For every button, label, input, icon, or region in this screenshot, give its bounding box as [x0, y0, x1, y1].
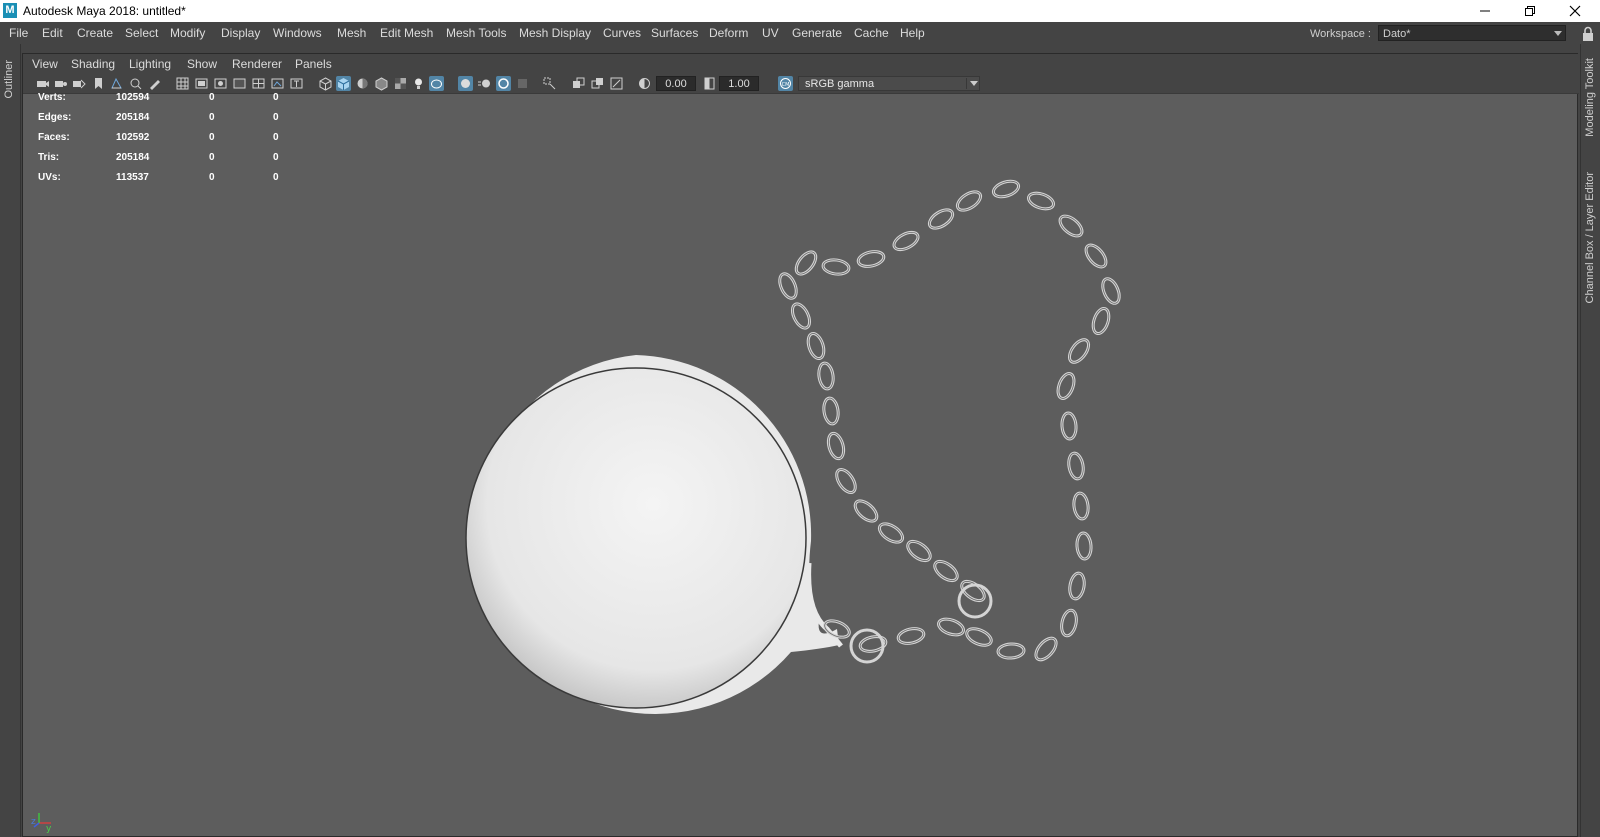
- chain-link: [1060, 608, 1078, 638]
- workspace-select[interactable]: Dato*: [1378, 25, 1566, 41]
- chain-link: [817, 361, 835, 391]
- lock-icon[interactable]: [1581, 26, 1595, 42]
- chain-link: [853, 499, 879, 523]
- menu-curves[interactable]: Curves: [603, 26, 641, 40]
- chain-link: [1101, 277, 1121, 305]
- menu-create[interactable]: Create: [77, 26, 113, 40]
- workspace-label: Workspace :: [1310, 28, 1371, 40]
- menu-display[interactable]: Display: [221, 26, 260, 40]
- chain-link: [1067, 451, 1085, 481]
- chain-link: [821, 258, 851, 276]
- chain-link: [1067, 338, 1091, 364]
- menu-uv[interactable]: UV: [762, 26, 779, 40]
- outliner-strip: Outliner: [0, 44, 21, 837]
- chevron-down-icon: [1554, 31, 1562, 36]
- maximize-icon[interactable]: [1507, 0, 1553, 22]
- modeling-toolkit-tab[interactable]: Modeling Toolkit: [1584, 58, 1596, 137]
- right-panel-strip: Modeling Toolkit Channel Box / Layer Edi…: [1580, 44, 1600, 837]
- chain-link: [933, 559, 959, 583]
- chain-link: [1034, 636, 1058, 662]
- chain-object[interactable]: [776, 178, 1122, 664]
- menu-windows[interactable]: Windows: [273, 26, 322, 40]
- chain-link: [1068, 571, 1086, 601]
- menu-file[interactable]: File: [9, 26, 28, 40]
- chain-link: [906, 539, 932, 563]
- menu-select[interactable]: Select: [125, 26, 158, 40]
- axis-y-label: y: [46, 824, 52, 834]
- main-menu-bar: File Edit Create Select Modify Display W…: [0, 22, 1600, 44]
- menu-edit[interactable]: Edit: [42, 26, 63, 40]
- chain-link: [1084, 243, 1108, 269]
- chain-link: [1056, 372, 1076, 400]
- workspace-value: Dato*: [1383, 28, 1411, 40]
- minimize-icon[interactable]: [1462, 0, 1508, 22]
- axis-indicator: z y: [31, 813, 52, 834]
- axis-z-label: z: [31, 817, 36, 827]
- ball-object[interactable]: [465, 355, 843, 714]
- chain-start-ring: [849, 628, 885, 664]
- menu-help[interactable]: Help: [900, 26, 925, 40]
- chain-link: [794, 250, 818, 276]
- channel-box-tab[interactable]: Channel Box / Layer Editor: [1584, 172, 1596, 303]
- scene-render[interactable]: z y: [23, 54, 1577, 836]
- title-bar: M Autodesk Maya 2018: untitled*: [0, 0, 1600, 22]
- menu-modify[interactable]: Modify: [170, 26, 205, 40]
- window-logo-icon: M: [3, 3, 17, 18]
- menu-edit-mesh[interactable]: Edit Mesh: [380, 26, 433, 40]
- window-title: Autodesk Maya 2018: untitled*: [23, 4, 186, 18]
- menu-cache[interactable]: Cache: [854, 26, 889, 40]
- chain-link: [822, 396, 840, 426]
- viewport-panel[interactable]: View Shading Lighting Show Renderer Pane…: [22, 53, 1579, 837]
- close-icon[interactable]: [1552, 0, 1598, 22]
- chain-link: [778, 272, 798, 300]
- chain-link: [965, 627, 993, 647]
- menu-surfaces[interactable]: Surfaces: [651, 26, 698, 40]
- menu-generate[interactable]: Generate: [792, 26, 842, 40]
- chain-link: [1058, 214, 1084, 238]
- outliner-tab[interactable]: Outliner: [3, 60, 15, 99]
- menu-mesh-tools[interactable]: Mesh Tools: [446, 26, 506, 40]
- menu-mesh-display[interactable]: Mesh Display: [519, 26, 591, 40]
- menu-mesh[interactable]: Mesh: [337, 26, 366, 40]
- menu-deform[interactable]: Deform: [709, 26, 748, 40]
